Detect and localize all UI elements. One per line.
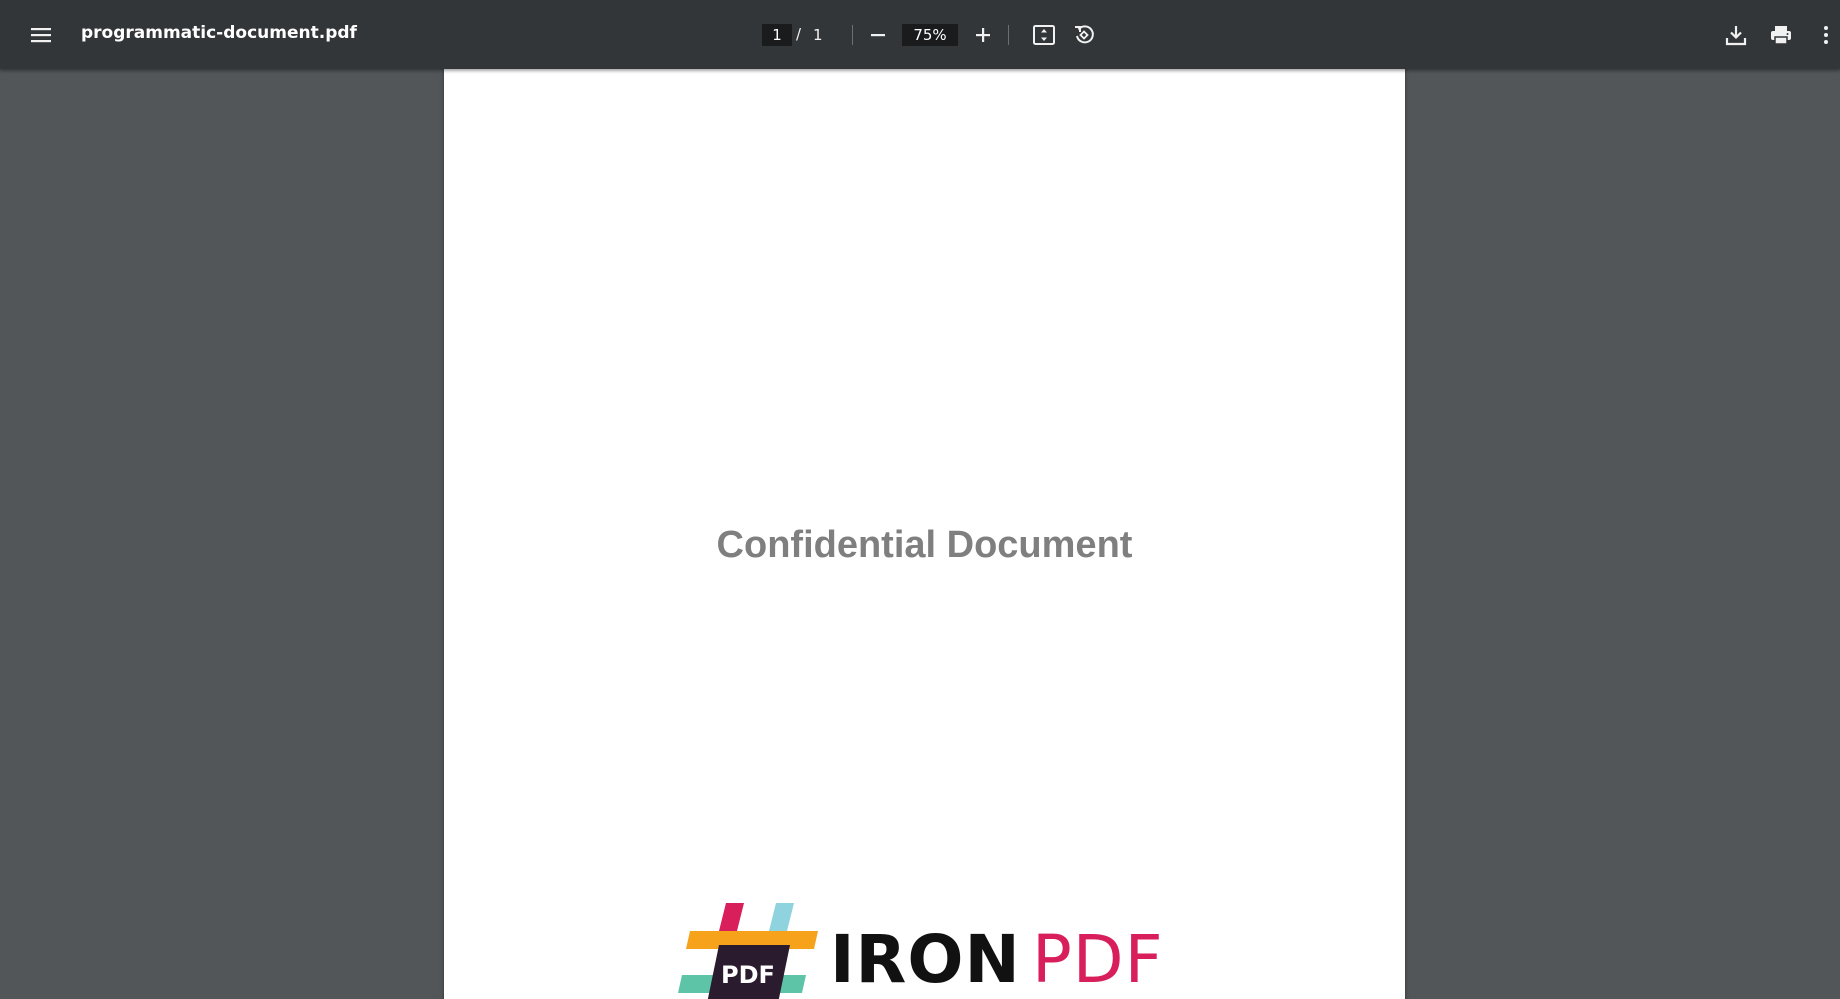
- toolbar-divider: [852, 25, 853, 45]
- logo-word-iron: IRON: [830, 921, 1021, 998]
- plus-icon[interactable]: [963, 15, 1003, 55]
- fit-to-page-icon[interactable]: [1024, 15, 1064, 55]
- ironpdf-hash-logo-icon: PDF: [678, 903, 818, 999]
- page-separator: /: [796, 25, 802, 43]
- document-title: programmatic-document.pdf: [81, 23, 357, 43]
- total-pages: 1: [813, 26, 823, 44]
- toolbar-divider: [1008, 25, 1009, 45]
- confidential-watermark-text: Confidential Document: [716, 524, 1133, 566]
- pdf-page: Confidential Document PDF IRON PDF: [444, 69, 1405, 999]
- pdf-viewer: programmatic-document.pdf 1 / 1 75% Conf…: [0, 0, 1840, 999]
- logo-mark-text: PDF: [721, 961, 775, 989]
- current-page-input[interactable]: 1: [762, 24, 792, 46]
- rotate-counterclockwise-icon[interactable]: [1064, 15, 1104, 55]
- hamburger-menu-icon[interactable]: [21, 15, 61, 55]
- print-icon[interactable]: [1761, 15, 1801, 55]
- viewer-toolbar: programmatic-document.pdf 1 / 1 75%: [0, 0, 1840, 69]
- ironpdf-logo: PDF IRON PDF: [676, 903, 1196, 999]
- minus-icon[interactable]: [858, 15, 898, 55]
- logo-word-pdf: PDF: [1032, 921, 1164, 998]
- zoom-level-input[interactable]: 75%: [902, 24, 958, 46]
- more-vertical-icon[interactable]: [1806, 15, 1840, 55]
- download-icon[interactable]: [1716, 15, 1756, 55]
